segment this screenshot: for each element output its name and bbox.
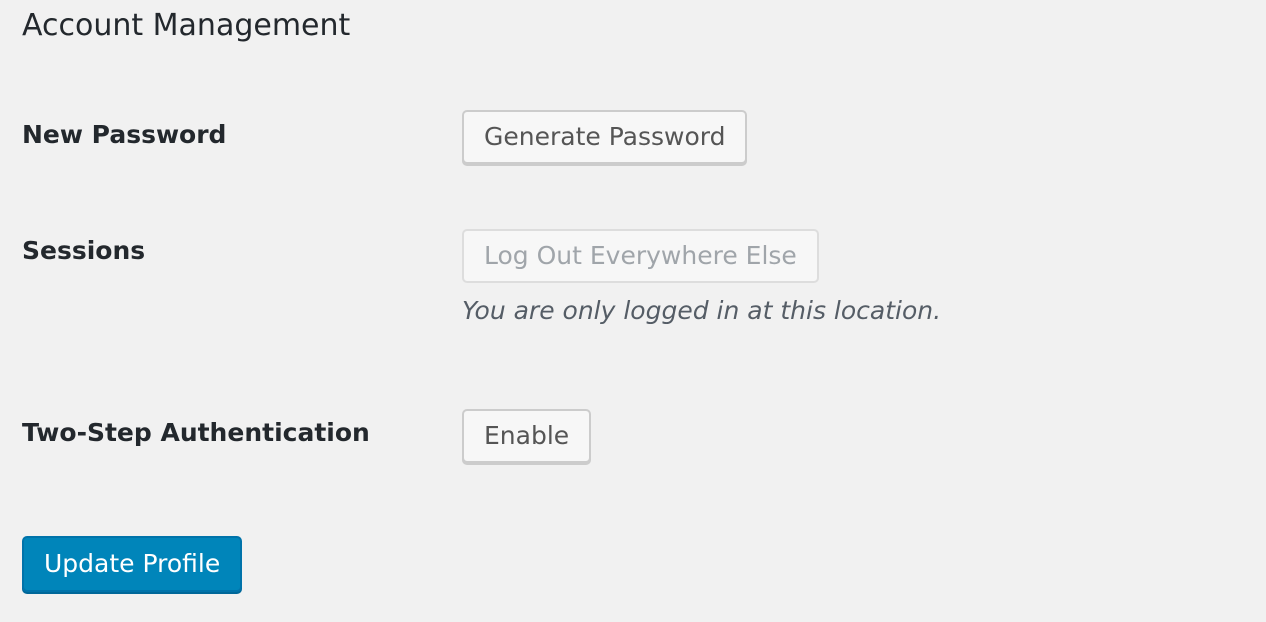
sessions-note: You are only logged in at this location. — [462, 296, 942, 325]
two-step-authentication-label: Two-Step Authentication — [22, 418, 370, 447]
sessions-label: Sessions — [22, 236, 146, 265]
new-password-label: New Password — [22, 120, 227, 149]
update-profile-button[interactable]: Update Profile — [22, 536, 243, 592]
enable-two-step-button[interactable]: Enable — [462, 409, 592, 463]
section-title: Account Management — [22, 8, 351, 43]
generate-password-button[interactable]: Generate Password — [462, 110, 748, 164]
log-out-everywhere-else-button[interactable]: Log Out Everywhere Else — [462, 229, 819, 283]
